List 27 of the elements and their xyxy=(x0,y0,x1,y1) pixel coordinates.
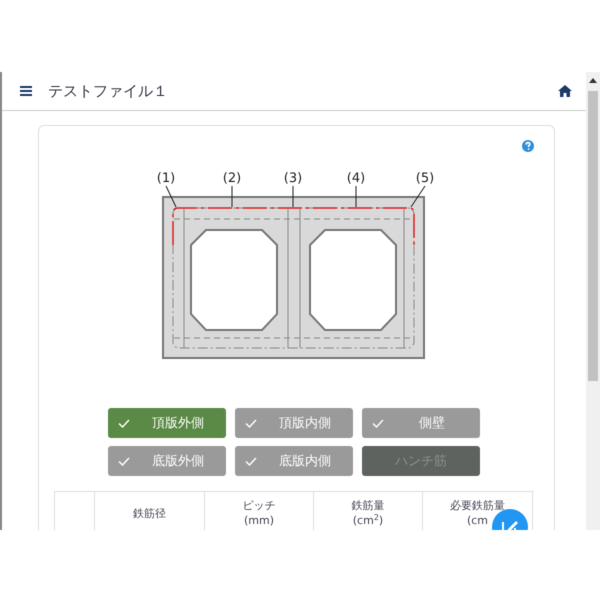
check-icon xyxy=(245,456,257,466)
check-icon xyxy=(245,418,257,428)
leader-line xyxy=(410,186,426,208)
help-icon[interactable] xyxy=(522,140,534,152)
table-header-cell: ピッチ (mm) xyxy=(205,492,314,530)
scrollbar[interactable] xyxy=(586,72,600,530)
rebar-label: (1) xyxy=(156,171,176,186)
rebar-label: (3) xyxy=(284,171,302,186)
leader-line xyxy=(292,186,294,208)
table-header-cell: 鉄筋径 xyxy=(95,492,205,530)
rebar-label: (4) xyxy=(346,171,366,186)
rebar-label: (5) xyxy=(416,171,434,186)
rebar-label: (2) xyxy=(222,171,242,186)
scroll-up-icon[interactable] xyxy=(589,78,597,83)
home-icon[interactable] xyxy=(558,85,572,97)
toggle-button[interactable]: 頂版内側 xyxy=(235,408,353,438)
toggle-button[interactable]: 底版外側 xyxy=(108,446,226,476)
check-icon xyxy=(118,456,130,466)
toggle-button[interactable]: 側壁 xyxy=(362,408,480,438)
leader-line xyxy=(166,186,176,208)
page-title: テストファイル１ xyxy=(48,82,169,100)
toggle-button[interactable]: 底版内側 xyxy=(235,446,353,476)
menu-icon[interactable] xyxy=(20,86,32,96)
check-icon xyxy=(118,418,130,428)
toggle-button[interactable]: 頂版外側 xyxy=(108,408,226,438)
table-header-cell: 鉄筋量 (cm$^{2}$) xyxy=(314,492,423,530)
check-icon xyxy=(372,418,384,428)
